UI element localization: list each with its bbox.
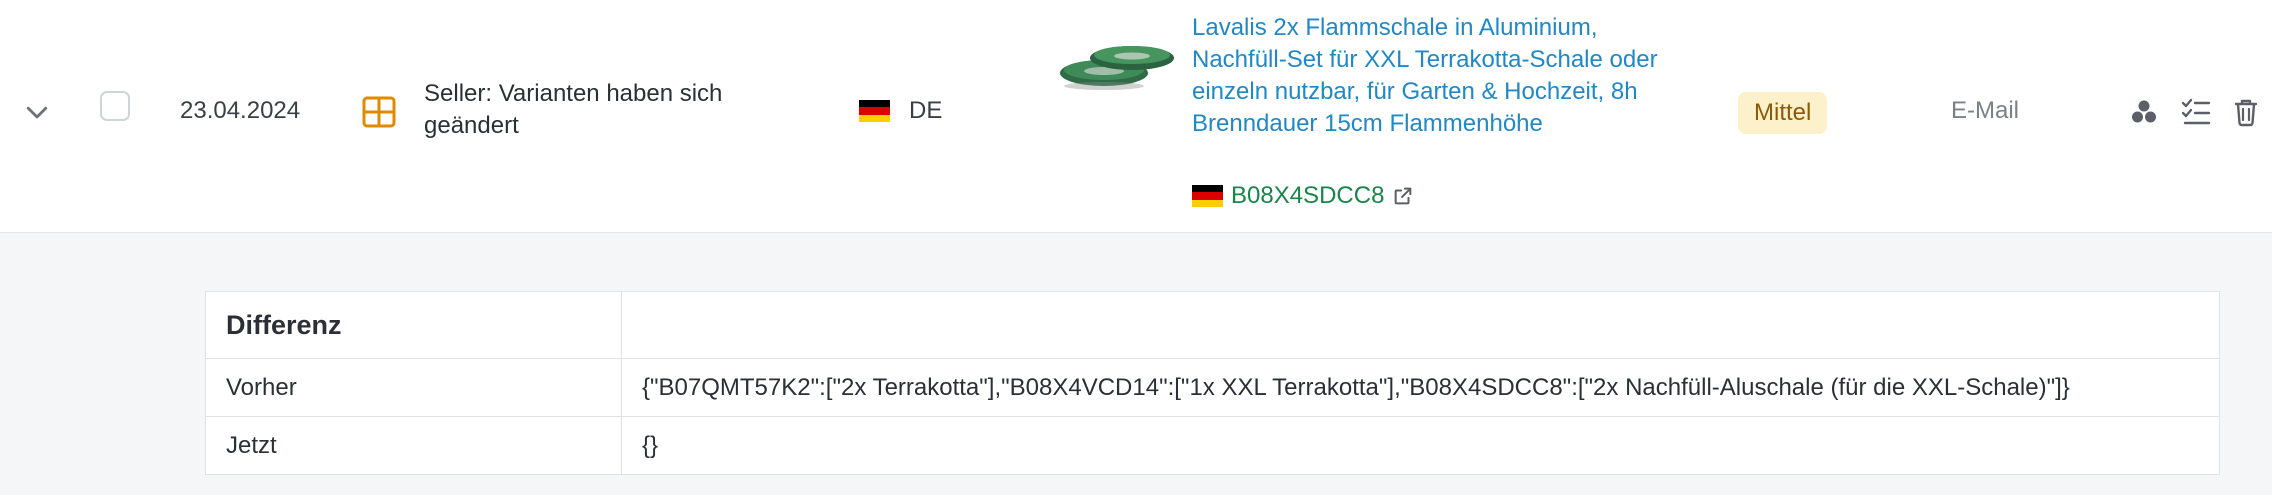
flag-de-icon: [1192, 185, 1223, 207]
table-grid-icon: [362, 96, 396, 128]
notification-channel: E-Mail: [1951, 97, 2020, 124]
diff-header-row: Differenz: [205, 291, 2220, 359]
event-date: 23.04.2024: [180, 97, 301, 124]
marketplace-code: DE: [909, 97, 943, 124]
row-detail-panel: Differenz Vorher {"B07QMT57K2":["2x Terr…: [0, 233, 2272, 495]
diff-row-value: {"B07QMT57K2":["2x Terrakotta"],"B08X4VC…: [621, 358, 2220, 417]
row-select-checkbox[interactable]: [100, 91, 130, 121]
diff-table: Differenz Vorher {"B07QMT57K2":["2x Terr…: [205, 291, 2220, 475]
chevron-down-icon[interactable]: [22, 97, 52, 127]
product-title-link[interactable]: Lavalis 2x Flammschale in Aluminium, Nac…: [1192, 12, 1662, 140]
flag-de-icon: [859, 100, 890, 122]
event-description: Seller: Varianten haben sich geändert: [424, 80, 723, 139]
diff-row-value: {}: [621, 416, 2220, 475]
event-row: 23.04.2024 Seller: Varianten haben sich …: [0, 0, 2272, 233]
diff-header-label: Differenz: [205, 291, 622, 359]
asin-link[interactable]: B08X4SDCC8: [1231, 182, 1384, 210]
trash-icon[interactable]: [2230, 96, 2262, 128]
priority-badge: Mittel: [1738, 92, 1828, 134]
diff-row-label: Vorher: [205, 358, 622, 417]
table-row: Vorher {"B07QMT57K2":["2x Terrakotta"],"…: [205, 358, 2220, 417]
table-row: Jetzt {}: [205, 416, 2220, 475]
product-thumbnail[interactable]: [1058, 30, 1176, 100]
asin-line: B08X4SDCC8: [1192, 181, 1414, 211]
cluster-icon[interactable]: [2128, 96, 2160, 128]
diff-row-label: Jetzt: [205, 416, 622, 475]
checklist-icon[interactable]: [2180, 96, 2212, 128]
diff-header-value: [621, 291, 2220, 359]
external-link-icon[interactable]: [1392, 185, 1414, 207]
